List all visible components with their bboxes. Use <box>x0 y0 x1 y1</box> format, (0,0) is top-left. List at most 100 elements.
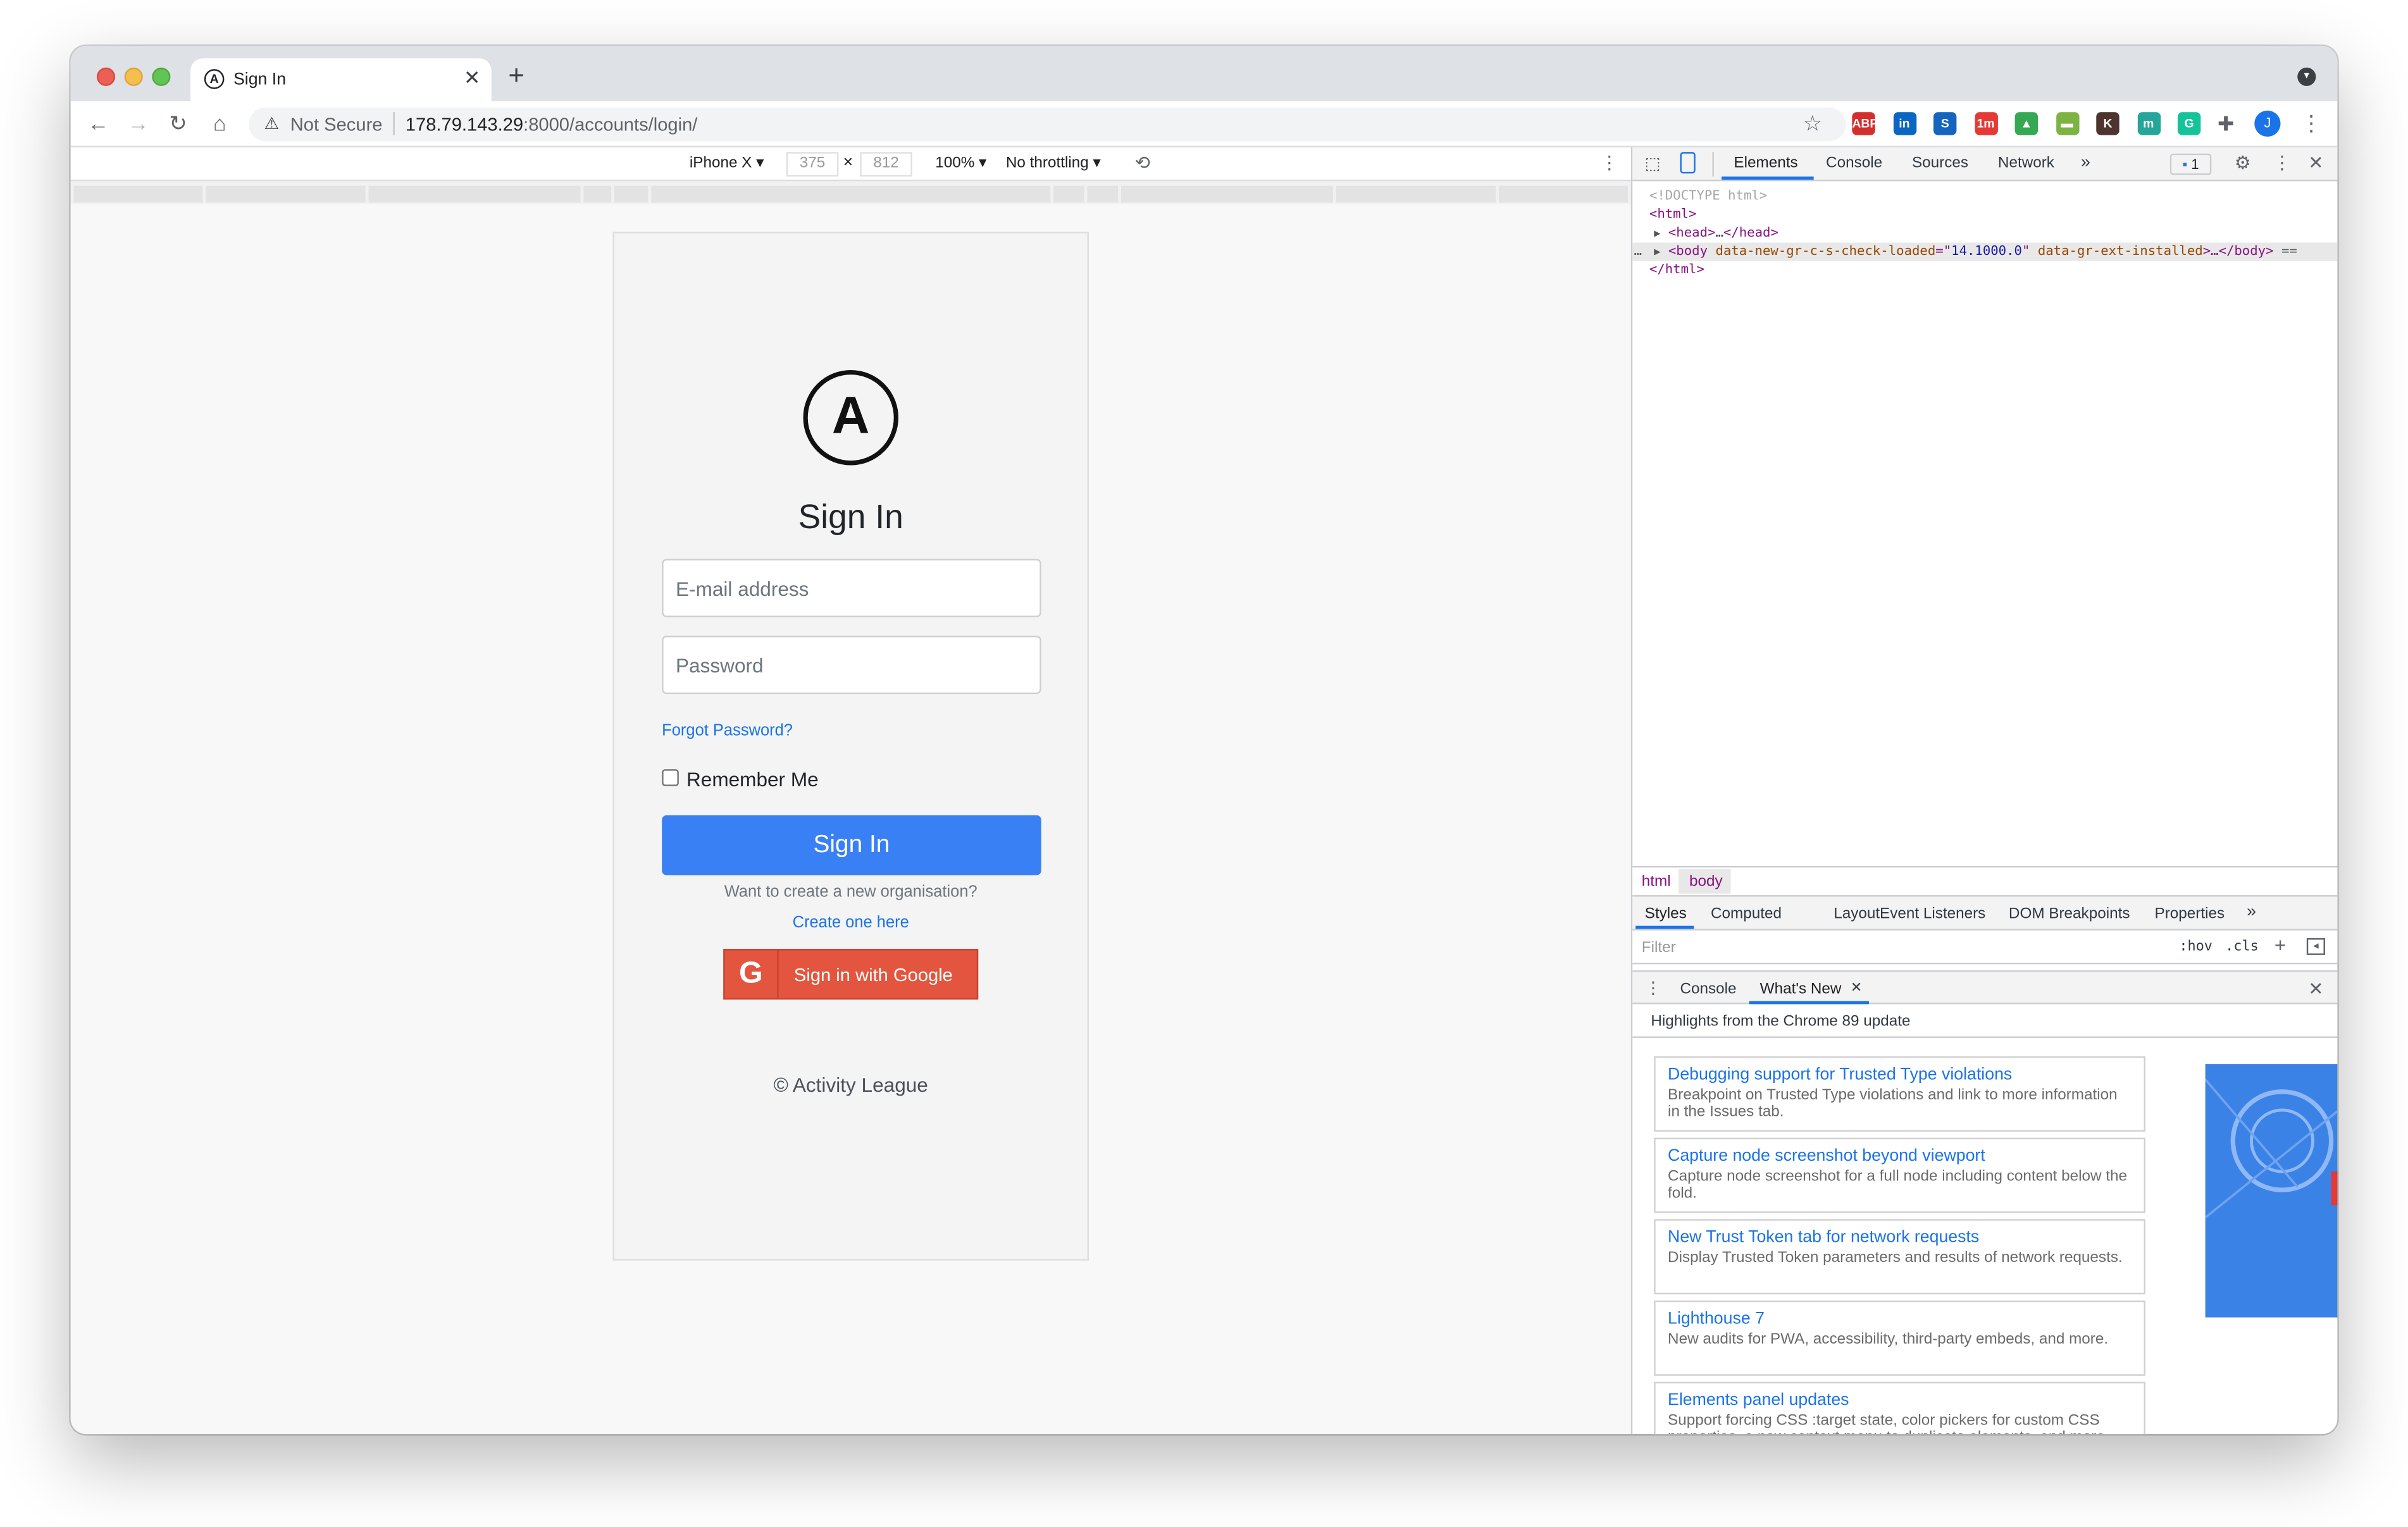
address-bar[interactable]: ⚠ Not Secure 178.79.143.29:8000/accounts… <box>249 107 1846 142</box>
device-toggle-icon[interactable] <box>1680 152 1696 174</box>
whats-new-feature[interactable]: Capture node screenshot beyond viewport C… <box>1654 1137 2145 1213</box>
tab-search-icon[interactable]: ▾ <box>2297 67 2316 86</box>
tab-console[interactable]: Console <box>1826 155 1882 172</box>
back-arrow-icon[interactable]: ← <box>85 111 113 135</box>
bookmark-star-icon[interactable]: ☆ <box>1803 111 1822 137</box>
google-drive-icon[interactable]: ▲ <box>2014 112 2039 135</box>
m-extension-icon[interactable]: m <box>2137 112 2160 135</box>
ruler-segment[interactable] <box>614 185 649 203</box>
toggle-sidebar-icon[interactable]: ◂ <box>2306 938 2325 955</box>
whats-new-feature[interactable]: New Trust Token tab for network requests… <box>1654 1219 2145 1295</box>
ruler-segment[interactable] <box>73 185 203 203</box>
issues-badge[interactable]: ▪ 1 <box>2169 153 2212 175</box>
inspect-element-icon[interactable]: ⬚ <box>1645 154 1661 173</box>
device-height-input[interactable]: 812 <box>860 152 912 177</box>
home-icon[interactable]: ⌂ <box>206 111 233 135</box>
styles-filter-input[interactable]: Filter <box>1642 940 1676 957</box>
drawer-tab-whats-new[interactable]: What's New <box>1760 981 1842 998</box>
styles-active-indicator <box>1635 925 1694 929</box>
tab-sources[interactable]: Sources <box>1912 155 1968 172</box>
reload-icon[interactable]: ↻ <box>164 111 192 137</box>
browser-menu-icon[interactable]: ⋮ <box>2300 111 2322 137</box>
hover-state-toggle[interactable]: :hov <box>2179 940 2213 955</box>
new-tab-icon[interactable]: + <box>508 61 524 89</box>
timer-extension-icon[interactable]: 1m <box>1974 112 1997 135</box>
email-field[interactable]: E-mail address <box>662 559 1041 617</box>
tab-layout[interactable]: Layout <box>1834 906 1880 923</box>
maximize-window-button[interactable] <box>152 67 171 86</box>
dom-doctype[interactable]: <!DOCTYPE html> <box>1649 189 1767 204</box>
class-toggle[interactable]: .cls <box>2225 940 2259 955</box>
profile-avatar[interactable]: J <box>2254 110 2281 137</box>
ruler-segment[interactable] <box>1336 185 1496 203</box>
settings-gear-icon[interactable]: ⚙ <box>2235 152 2251 173</box>
k-extension-icon[interactable]: K <box>2096 112 2119 135</box>
throttling-select[interactable]: No throttling ▾ <box>1006 155 1101 172</box>
tab-elements[interactable]: Elements <box>1734 155 1797 172</box>
more-tabs-icon[interactable]: » <box>2081 154 2090 172</box>
expand-triangle-icon[interactable]: ▶ <box>1654 227 1660 239</box>
ruler-segment[interactable] <box>651 185 1051 203</box>
dom-html-open[interactable]: <html> <box>1649 207 1697 223</box>
whats-new-feature[interactable]: Debugging support for Trusted Type viola… <box>1654 1056 2145 1132</box>
grammarly-icon[interactable]: G <box>2177 112 2201 135</box>
more-style-tabs-icon[interactable]: » <box>2247 903 2256 921</box>
device-select[interactable]: iPhone X ▾ <box>690 155 764 172</box>
linkedin-icon[interactable]: in <box>1892 112 1916 135</box>
ruler-segment[interactable] <box>1053 185 1084 203</box>
tab-computed[interactable]: Computed <box>1711 906 1782 923</box>
tab-dom-breakpoints[interactable]: DOM Breakpoints <box>2009 906 2130 923</box>
minimize-window-button[interactable] <box>124 67 143 86</box>
whats-new-feature[interactable]: Lighthouse 7 New audits for PWA, accessib… <box>1654 1300 2145 1376</box>
tab-properties[interactable]: Properties <box>2155 906 2225 923</box>
forgot-password-link[interactable]: Forgot Password? <box>662 722 793 740</box>
create-organisation-link[interactable]: Create one here <box>614 913 1088 932</box>
ruler-segment[interactable] <box>1499 185 1628 203</box>
dom-body-node[interactable]: … ▶ <body data-new-gr-c-s-check-loaded="… <box>1632 242 2338 261</box>
remember-me-checkbox[interactable] <box>662 769 679 786</box>
rotate-icon[interactable]: ⟲ <box>1135 152 1150 173</box>
close-devtools-icon[interactable]: ✕ <box>2308 152 2323 173</box>
tab-event-listeners[interactable]: Event Listeners <box>1880 906 1985 923</box>
device-width-input[interactable]: 375 <box>786 152 839 177</box>
dom-html-close[interactable]: </html> <box>1649 263 1704 278</box>
ruler-segment[interactable] <box>1087 185 1119 203</box>
close-window-button[interactable] <box>96 67 116 86</box>
zoom-select[interactable]: 100% ▾ <box>935 155 986 172</box>
close-drawer-icon[interactable]: ✕ <box>2308 978 2323 999</box>
ruler-segment[interactable] <box>206 185 366 203</box>
google-sign-in-button[interactable]: G Sign in with Google <box>723 949 979 1000</box>
ruler-segment[interactable] <box>1120 185 1333 203</box>
drawer-tab-console[interactable]: Console <box>1680 981 1736 998</box>
close-tab-icon[interactable]: ✕ <box>464 66 480 90</box>
ruler-segment[interactable] <box>368 185 581 203</box>
breadcrumb-body[interactable]: body <box>1689 874 1723 891</box>
tab-network[interactable]: Network <box>1998 155 2054 172</box>
devtools-menu-icon[interactable]: ⋮ <box>2273 152 2291 173</box>
feature-title-link[interactable]: Capture node screenshot beyond viewport <box>1668 1146 2132 1167</box>
feature-title-link[interactable]: Elements panel updates <box>1668 1390 2132 1411</box>
password-field[interactable]: Password <box>662 635 1041 695</box>
close-whats-new-icon[interactable]: ✕ <box>1851 980 1862 997</box>
dom-head-node[interactable]: ▶ <head>…</head> <box>1654 226 1778 241</box>
browser-tab-sign-in[interactable]: A Sign In ✕ <box>190 58 492 102</box>
forward-arrow-icon[interactable]: → <box>125 111 152 135</box>
feature-title-link[interactable]: Debugging support for Trusted Type viola… <box>1668 1064 2132 1085</box>
breadcrumb-html[interactable]: html <box>1642 874 1671 891</box>
tab-styles[interactable]: Styles <box>1645 906 1687 923</box>
folder-extension-icon[interactable]: ▬ <box>2055 112 2079 135</box>
feature-title-link[interactable]: Lighthouse 7 <box>1668 1308 2132 1330</box>
dom-selected-marker-icon: … <box>1634 244 1642 260</box>
devtools-panel: ⬚ Elements Console Sources Network » ▪ 1… <box>1630 147 2338 1435</box>
s-extension-icon[interactable]: S <box>1933 112 1957 135</box>
sign-in-button[interactable]: Sign In <box>662 815 1041 875</box>
feature-title-link[interactable]: New Trust Token tab for network requests <box>1668 1227 2132 1248</box>
extensions-puzzle-icon[interactable]: ✚ <box>2218 112 2234 137</box>
ruler-segment[interactable] <box>583 185 612 203</box>
adblock-plus-icon[interactable]: ABP <box>1852 112 1878 135</box>
new-style-rule-icon[interactable]: + <box>2275 934 2286 956</box>
drawer-menu-icon[interactable]: ⋮ <box>1645 978 1662 998</box>
whats-new-feature[interactable]: Elements panel updates Support forcing CS… <box>1654 1382 2145 1435</box>
device-toolbar-menu-icon[interactable]: ⋮ <box>1600 152 1618 173</box>
expand-triangle-icon[interactable]: ▶ <box>1654 245 1660 257</box>
